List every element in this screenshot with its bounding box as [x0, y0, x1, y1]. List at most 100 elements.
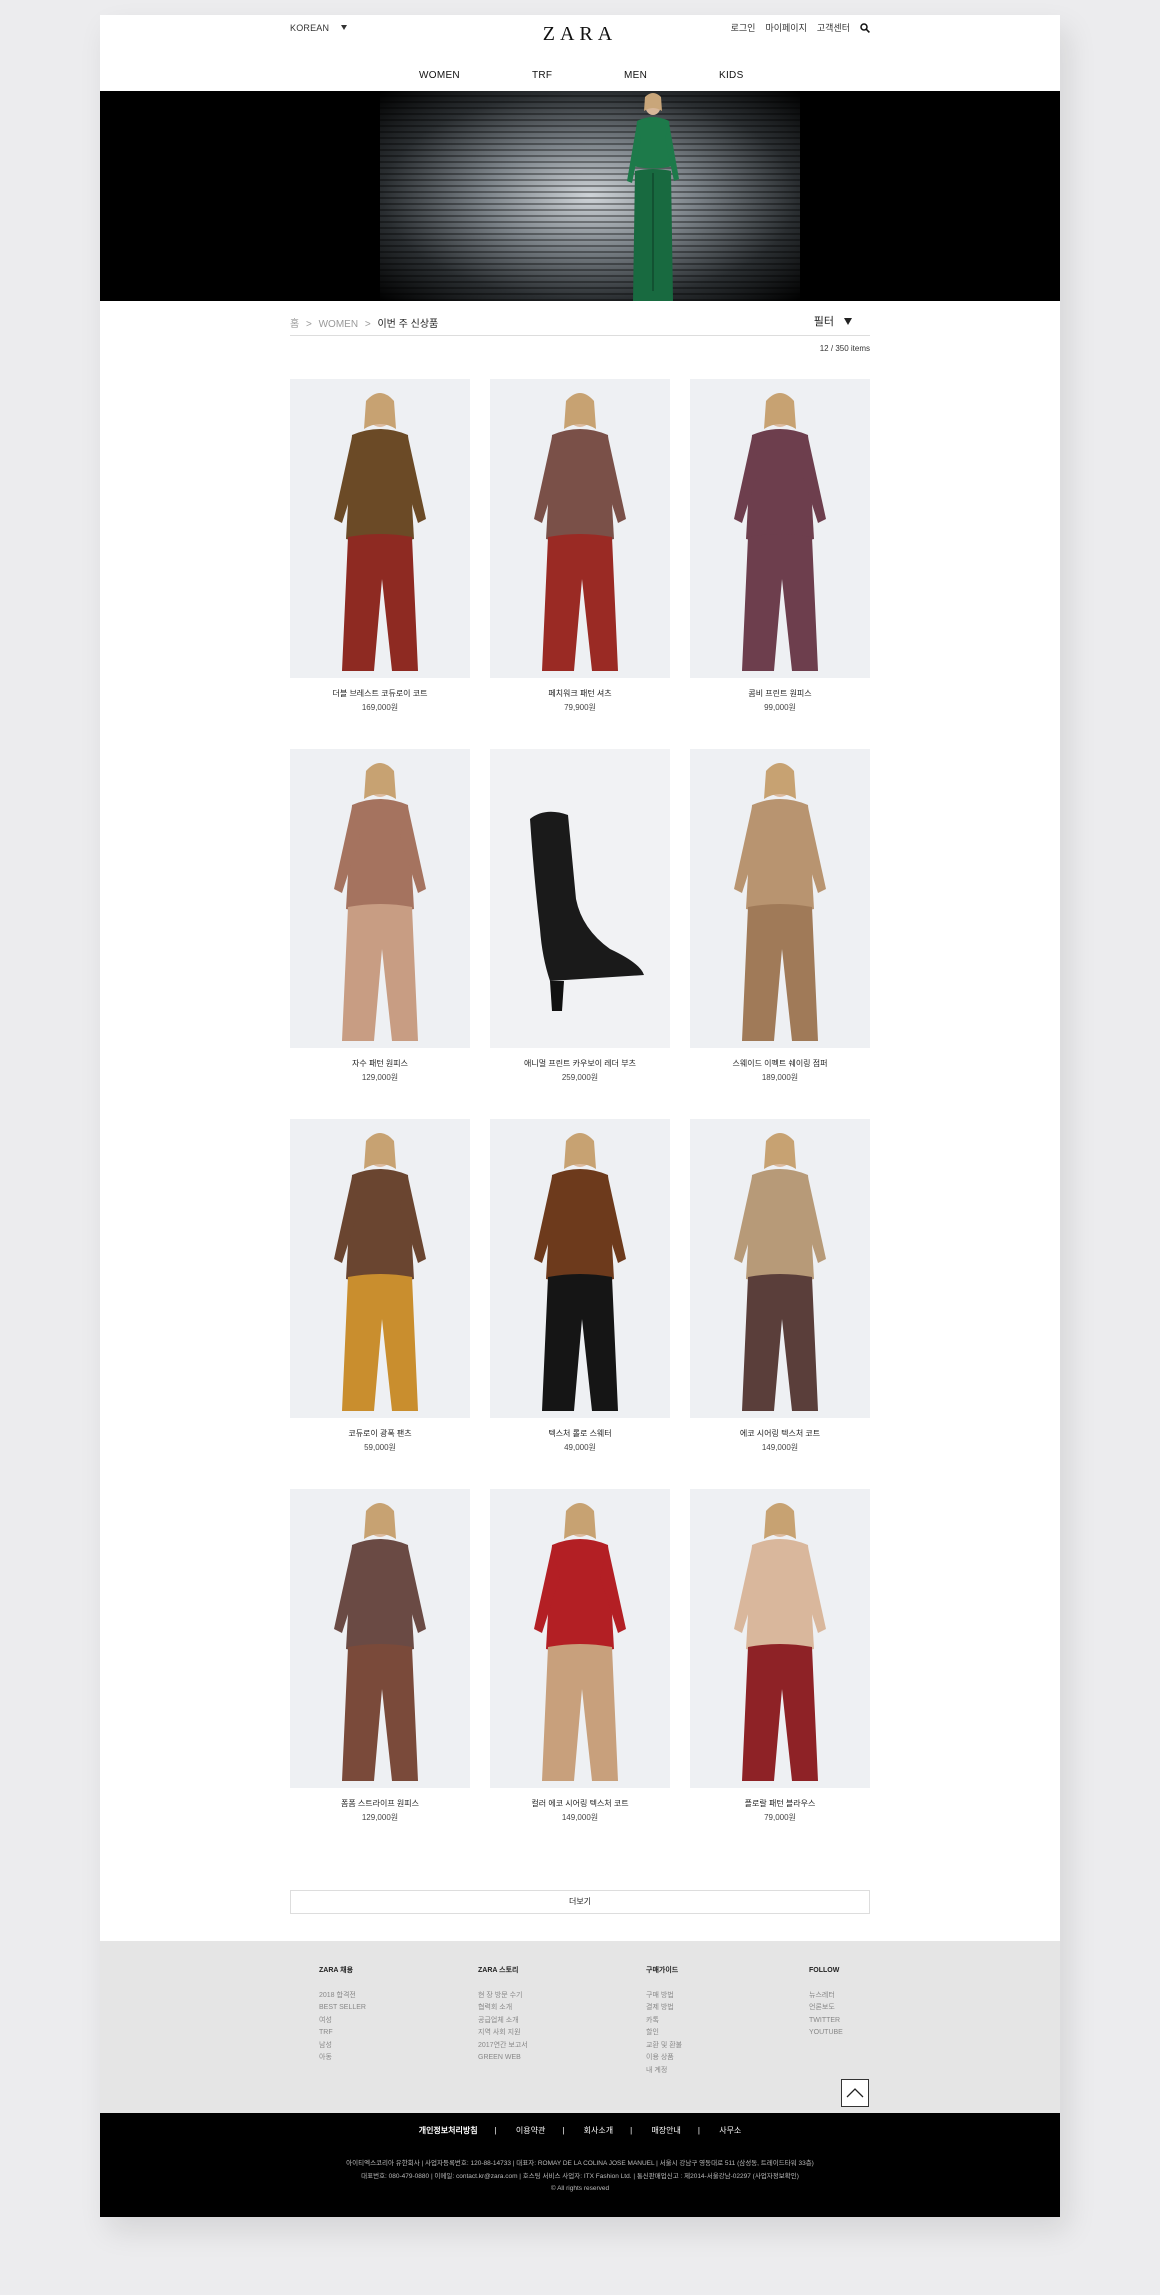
product-card[interactable]: 페치워크 패턴 셔츠 79,900원: [490, 379, 670, 713]
footer-link[interactable]: 뉴스레터: [809, 1990, 843, 2003]
product-price: 149,000원: [561, 1813, 599, 1822]
product-image[interactable]: [490, 1489, 670, 1788]
product-image[interactable]: [690, 1489, 870, 1788]
footer-col-follow: FOLLOW 뉴스레터 언론보도 TWITTER YOUTUBE: [809, 1965, 843, 2040]
footer-bottom: 개인정보처리방침 | 이용약관 | 회사소개 | 매장안내 | 사무소 아이티엑스코리아…: [100, 2113, 1060, 2217]
product-name[interactable]: 페치워크 패턴 셔츠: [490, 688, 670, 699]
terms-link[interactable]: 이용약관: [516, 2126, 545, 2135]
product-price: 149,000원: [761, 1443, 799, 1452]
footer-link[interactable]: GREEN WEB: [478, 2052, 528, 2065]
footer-link[interactable]: 이용 상품: [646, 2052, 682, 2065]
product-card[interactable]: 애니멀 프린트 카우보이 레더 부츠 259,000원: [490, 749, 670, 1083]
search-icon[interactable]: [860, 22, 870, 33]
product-image[interactable]: [690, 749, 870, 1048]
mypage-link[interactable]: 마이페이지: [765, 21, 806, 34]
product-image[interactable]: [690, 1119, 870, 1418]
product-card[interactable]: 텍스처 롤로 스웨터 49,000원: [490, 1119, 670, 1453]
footer-col-careers: ZARA 채용 2018 합격전 BEST SELLER 여성 TRF 남성 아동: [319, 1965, 366, 2065]
breadcrumb-current: 이번 주 신상품: [377, 319, 439, 330]
footer-link[interactable]: 공급업체 소개: [478, 2015, 528, 2028]
footer-link[interactable]: 할인: [646, 2027, 682, 2040]
product-image[interactable]: [690, 379, 870, 678]
footer-link[interactable]: 현 장 방문 수기: [478, 1990, 528, 2003]
privacy-link[interactable]: 개인정보처리방침: [419, 2126, 478, 2135]
product-image[interactable]: [290, 379, 470, 678]
customer-center-link[interactable]: 고객센터: [817, 21, 850, 34]
login-link[interactable]: 로그인: [731, 21, 756, 34]
footer-link[interactable]: TWITTER: [809, 2015, 843, 2028]
footer-link[interactable]: 여성: [319, 2015, 366, 2028]
product-card[interactable]: 더블 브레스트 코듀로이 코트 169,000원: [290, 379, 470, 713]
product-name[interactable]: 폼폼 스트라이프 원피스: [290, 1798, 470, 1809]
breadcrumb-women[interactable]: WOMEN: [319, 319, 358, 330]
product-price: 129,000원: [361, 1813, 399, 1822]
product-name[interactable]: 컬러 에코 시어링 텍스처 코트: [490, 1798, 670, 1809]
footer-link[interactable]: 2017연간 보고서: [478, 2040, 528, 2053]
breadcrumb-separator: >: [305, 319, 312, 330]
product-card[interactable]: 에코 시어링 텍스처 코트 149,000원: [690, 1119, 870, 1453]
product-image[interactable]: [490, 379, 670, 678]
footer-link[interactable]: TRF: [319, 2027, 366, 2040]
footer-link[interactable]: YOUTUBE: [809, 2027, 843, 2040]
product-card[interactable]: 자수 패턴 원피스 129,000원: [290, 749, 470, 1083]
product-image[interactable]: [290, 749, 470, 1048]
footer-col-title: 구매가이드: [646, 1967, 679, 1974]
product-name[interactable]: 플로랄 패턴 블라우스: [690, 1798, 870, 1809]
product-card[interactable]: 콤비 프린트 원피스 99,000원: [690, 379, 870, 713]
product-image[interactable]: [490, 749, 670, 1048]
stores-link[interactable]: 매장안내: [651, 2126, 680, 2135]
back-to-top-button[interactable]: [841, 2079, 869, 2107]
filter-button[interactable]: 필터: [814, 313, 852, 329]
product-price: 99,000원: [764, 703, 796, 712]
nav-trf[interactable]: TRF: [532, 70, 552, 81]
office-link[interactable]: 사무소: [719, 2126, 741, 2135]
product-name[interactable]: 에코 시어링 텍스처 코트: [690, 1428, 870, 1439]
product-price: 49,000원: [564, 1443, 596, 1452]
product-name[interactable]: 콤비 프린트 원피스: [690, 688, 870, 699]
nav-men[interactable]: MEN: [624, 70, 647, 81]
nav-women[interactable]: WOMEN: [419, 70, 460, 81]
product-card[interactable]: 코듀로이 광폭 팬츠 59,000원: [290, 1119, 470, 1453]
zara-logo[interactable]: ZARA: [100, 23, 1060, 46]
hero-background: [380, 91, 800, 301]
product-name[interactable]: 더블 브레스트 코듀로이 코트: [290, 688, 470, 699]
product-card[interactable]: 컬러 에코 시어링 텍스처 코트 149,000원: [490, 1489, 670, 1823]
nav-kids[interactable]: KIDS: [719, 70, 744, 81]
footer-link[interactable]: 2018 합격전: [319, 1990, 366, 2003]
divider: |: [630, 2126, 633, 2135]
footer-link[interactable]: 카톡: [646, 2015, 682, 2028]
breadcrumb-bar: 홈 > WOMEN > 이번 주 신상품 필터: [290, 311, 870, 336]
product-name[interactable]: 텍스처 롤로 스웨터: [490, 1428, 670, 1439]
breadcrumb-home[interactable]: 홈: [290, 319, 299, 330]
footer-link[interactable]: 언론보도: [809, 2002, 843, 2015]
company-link[interactable]: 회사소개: [584, 2126, 613, 2135]
footer-link[interactable]: 아동: [319, 2052, 366, 2065]
footer-link[interactable]: 구매 방법: [646, 1990, 682, 2003]
footer-link[interactable]: 남성: [319, 2040, 366, 2053]
product-price: 129,000원: [361, 1073, 399, 1082]
product-price: 79,000원: [764, 1813, 796, 1822]
product-card[interactable]: 스웨이드 이펙트 쉐이링 점퍼 189,000원: [690, 749, 870, 1083]
product-card[interactable]: 플로랄 패턴 블라우스 79,000원: [690, 1489, 870, 1823]
footer-link[interactable]: 교환 및 환불: [646, 2040, 682, 2053]
load-more-button[interactable]: 더보기: [290, 1890, 870, 1914]
footer-link[interactable]: 결제 방법: [646, 2002, 682, 2015]
footer-link[interactable]: 협력회 소개: [478, 2002, 528, 2015]
product-name[interactable]: 코듀로이 광폭 팬츠: [290, 1428, 470, 1439]
chevron-up-icon: [846, 2088, 864, 2098]
product-name[interactable]: 애니멀 프린트 카우보이 레더 부츠: [490, 1058, 670, 1069]
footer-link[interactable]: BEST SELLER: [319, 2002, 366, 2015]
product-image[interactable]: [290, 1489, 470, 1788]
product-price: 169,000원: [361, 703, 399, 712]
product-price: 259,000원: [561, 1073, 599, 1082]
product-price: 189,000원: [761, 1073, 799, 1082]
product-name[interactable]: 자수 패턴 원피스: [290, 1058, 470, 1069]
product-image[interactable]: [290, 1119, 470, 1418]
product-name[interactable]: 스웨이드 이펙트 쉐이링 점퍼: [690, 1058, 870, 1069]
footer-link[interactable]: 내 계정: [646, 2065, 682, 2078]
hero-banner[interactable]: [100, 91, 1060, 301]
divider: |: [494, 2126, 497, 2135]
product-image[interactable]: [490, 1119, 670, 1418]
product-card[interactable]: 폼폼 스트라이프 원피스 129,000원: [290, 1489, 470, 1823]
footer-link[interactable]: 지역 사회 지원: [478, 2027, 528, 2040]
